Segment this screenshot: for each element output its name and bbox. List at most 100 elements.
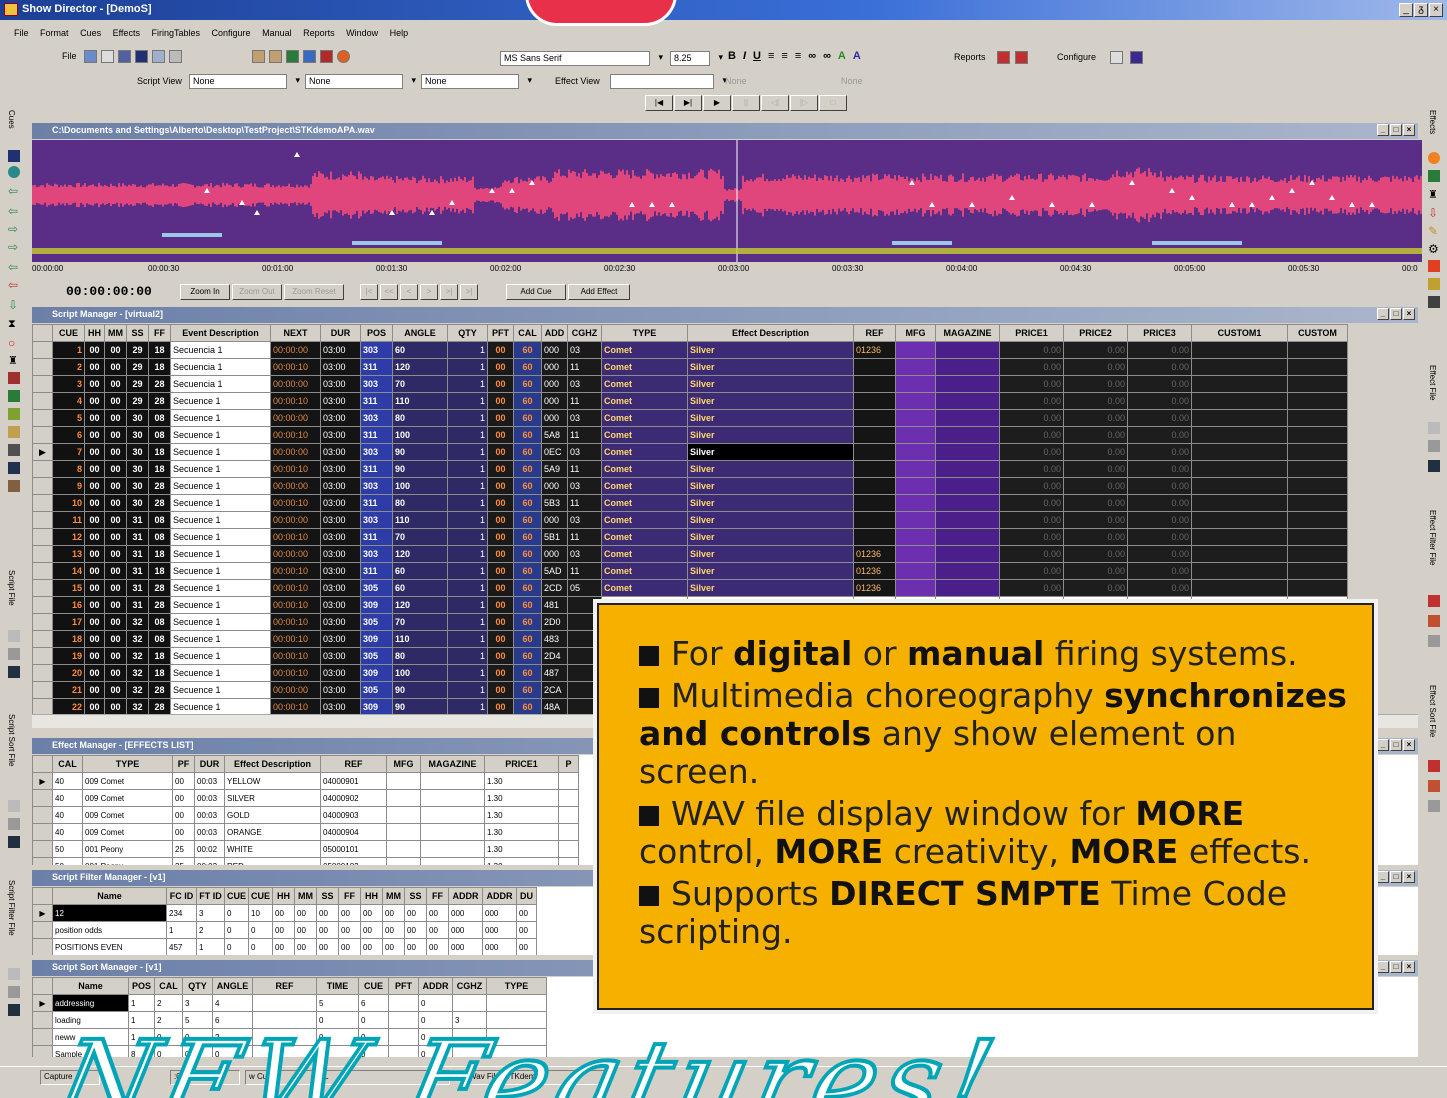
table-cell[interactable]: 5AD [541, 562, 568, 580]
effects-tab[interactable]: Effects [1428, 110, 1437, 134]
table-cell[interactable]: 11 [567, 494, 602, 512]
table-row[interactable]: 3 00 00 29 28 Secuencia 1 00:00:00 03:00 303 70 1 0… [32, 375, 1348, 393]
table-cell[interactable]: 31 [126, 596, 149, 614]
table-cell[interactable]: 00:00:10 [270, 426, 321, 444]
column-header[interactable]: ANGLE [392, 324, 448, 342]
table-cell[interactable]: 303 [360, 341, 393, 359]
table-cell[interactable]: 08 [148, 630, 171, 648]
table-cell[interactable]: 18 [148, 460, 171, 478]
table-cell[interactable]: Secuence 1 [170, 460, 271, 478]
table-cell[interactable] [420, 823, 485, 841]
table-cell[interactable]: 03:00 [320, 630, 361, 648]
table-cell[interactable]: 12 [52, 528, 85, 546]
table-cell[interactable]: Comet [601, 562, 688, 580]
table-cell[interactable]: 00:00:00 [270, 375, 321, 393]
report-print-icon[interactable] [997, 51, 1010, 64]
table-cell[interactable]: 00 [84, 681, 105, 699]
table-cell[interactable]: 03 [567, 511, 602, 529]
table-cell[interactable]: 305 [360, 579, 393, 597]
table-cell[interactable] [935, 511, 1000, 529]
column-header[interactable]: Event Description [170, 324, 271, 342]
table-cell[interactable]: 00:00:00 [270, 477, 321, 495]
table-cell[interactable] [935, 494, 1000, 512]
table-cell[interactable] [1191, 477, 1288, 495]
table-cell[interactable]: 00 [294, 938, 318, 955]
table-row[interactable]: 8 00 00 30 18 Secuence 1 00:00:10 03:00 311 90 1 00… [32, 460, 1348, 478]
table-cell[interactable] [1191, 392, 1288, 410]
table-cell[interactable] [895, 426, 936, 444]
row-selector[interactable]: ▶ [32, 994, 53, 1012]
table-cell[interactable]: POSITIONS EVEN [52, 938, 167, 955]
row-selector[interactable] [32, 857, 53, 865]
em-restore-button[interactable]: □ [1390, 739, 1402, 751]
table-cell[interactable]: 00 [84, 613, 105, 631]
table-cell[interactable]: 11 [567, 358, 602, 376]
table-cell[interactable] [1191, 511, 1288, 529]
table-cell[interactable]: 00:02 [194, 840, 225, 858]
row-selector[interactable] [32, 562, 53, 580]
table-cell[interactable]: 00 [382, 921, 406, 939]
table-cell[interactable]: 0.00 [1127, 341, 1192, 359]
chart-icon[interactable] [303, 50, 316, 63]
table-cell[interactable]: 0.00 [1127, 358, 1192, 376]
table-cell[interactable]: 1 [447, 698, 488, 714]
table-cell[interactable]: Comet [601, 477, 688, 495]
network-icon[interactable] [1428, 170, 1440, 182]
table-cell[interactable]: 31 [126, 562, 149, 580]
table-cell[interactable]: 303 [360, 511, 393, 529]
table-cell[interactable]: 00 [338, 938, 362, 955]
table-cell[interactable]: 03 [567, 341, 602, 359]
table-cell[interactable] [1287, 375, 1348, 393]
table-row[interactable]: 40 009 Comet 00 00:03 SILVER 04000902 1.30 [32, 789, 579, 807]
table-cell[interactable]: 1 [447, 341, 488, 359]
table-cell[interactable]: 0 [223, 938, 250, 955]
ssm-restore-button[interactable]: □ [1390, 961, 1402, 973]
column-header[interactable]: HH [360, 887, 384, 905]
table-cell[interactable]: 0.00 [999, 494, 1064, 512]
table-cell[interactable] [386, 789, 421, 807]
waveform-display[interactable] [32, 140, 1422, 262]
row-selector[interactable] [32, 596, 53, 614]
table-cell[interactable]: Secuencia 1 [170, 341, 271, 359]
table-row[interactable]: 1 00 00 29 18 Secuencia 1 00:00:00 03:00 303 60 1 0… [32, 341, 1348, 359]
table-cell[interactable]: 305 [360, 681, 393, 699]
reports-dropdown[interactable]: Reports [954, 52, 986, 62]
table-cell[interactable] [895, 528, 936, 546]
table-cell[interactable]: 03:00 [320, 375, 361, 393]
table-cell[interactable]: 70 [392, 528, 448, 546]
table-cell[interactable]: Secuence 1 [170, 681, 271, 699]
table-cell[interactable]: 00:00:10 [270, 596, 321, 614]
row-selector[interactable] [32, 460, 53, 478]
script-file-icon-2[interactable] [8, 648, 20, 660]
table-cell[interactable]: 18 [148, 443, 171, 461]
table-cell[interactable]: 00 [487, 477, 514, 495]
table-cell[interactable]: 4 [52, 392, 85, 410]
table-cell[interactable]: 32 [126, 664, 149, 682]
cue-block-4[interactable] [1152, 241, 1242, 245]
table-cell[interactable]: 60 [392, 562, 448, 580]
table-cell[interactable]: 000 [448, 904, 484, 922]
table-cell[interactable]: 00 [487, 664, 514, 682]
table-cell[interactable]: 03:00 [320, 698, 361, 714]
cue-marker[interactable] [294, 152, 300, 157]
table-cell[interactable]: Secuence 1 [170, 528, 271, 546]
table-cell[interactable] [1287, 511, 1348, 529]
table-cell[interactable]: 5A9 [541, 460, 568, 478]
sort-asc-icon[interactable] [252, 50, 265, 63]
nav-first-button[interactable]: |< [360, 284, 378, 300]
menu-file[interactable]: File [14, 28, 29, 38]
settings-icon[interactable] [1110, 51, 1123, 64]
table-cell[interactable]: 000 [541, 511, 568, 529]
column-header[interactable]: DU [516, 887, 538, 905]
column-header[interactable]: NEXT [270, 324, 321, 342]
effect-filter-icon-3[interactable] [1428, 635, 1440, 647]
table-cell[interactable]: 50 [52, 840, 83, 858]
table-cell[interactable]: 00:00:00 [270, 511, 321, 529]
row-selector[interactable] [32, 545, 53, 563]
table-cell[interactable]: 234 [166, 904, 197, 922]
column-header[interactable]: FF [148, 324, 171, 342]
table-cell[interactable] [853, 494, 896, 512]
em-minimize-button[interactable]: _ [1377, 739, 1389, 751]
table-cell[interactable]: 03 [567, 375, 602, 393]
table-cell[interactable]: Comet [601, 375, 688, 393]
